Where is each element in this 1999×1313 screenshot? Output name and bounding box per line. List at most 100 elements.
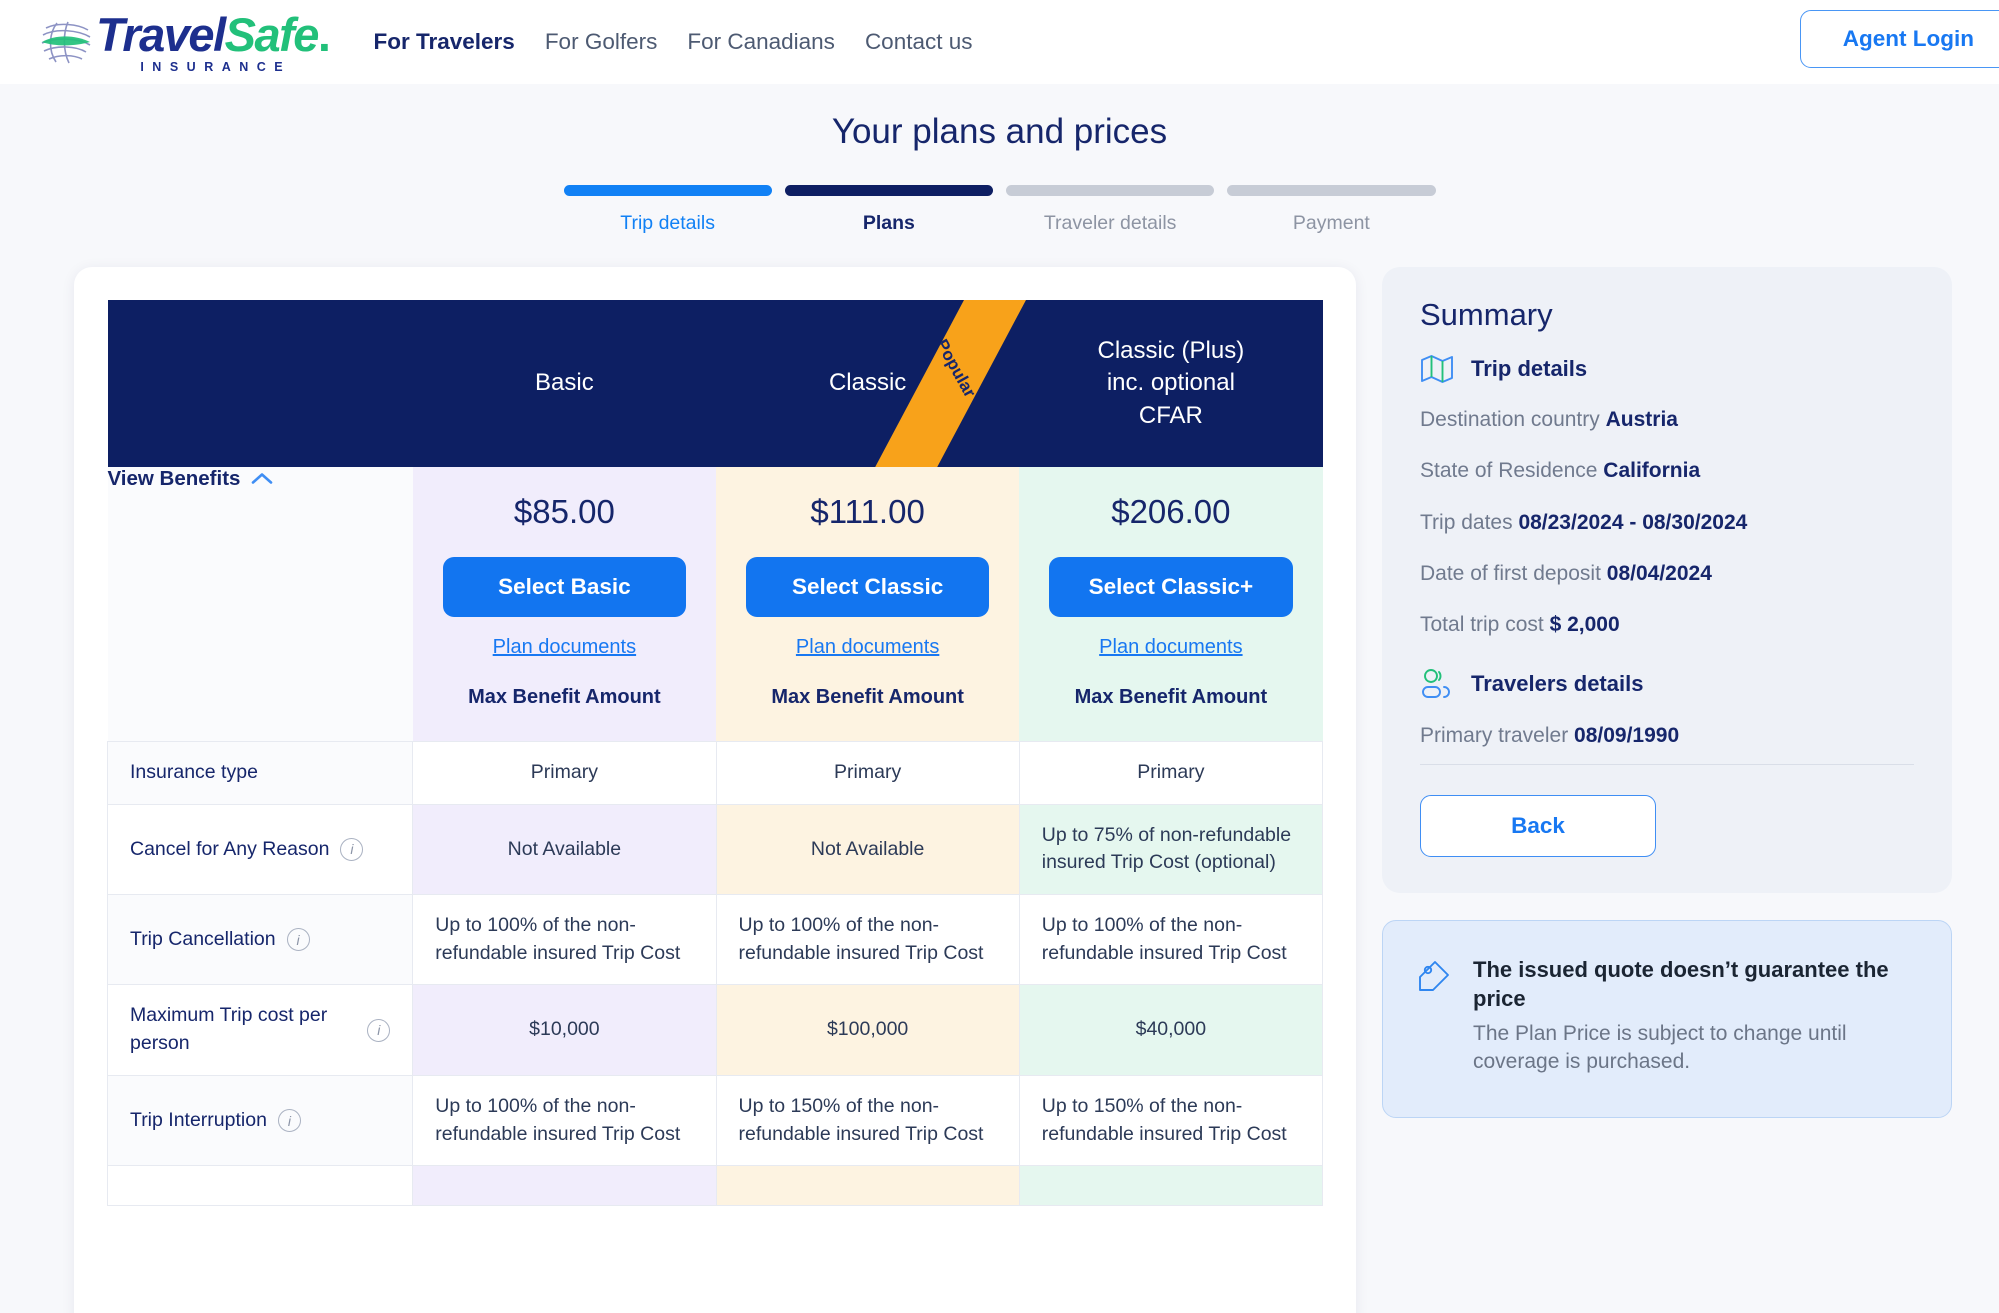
max-benefit-label-basic: Max Benefit Amount	[443, 686, 686, 709]
logo-text-safe: Safe	[225, 8, 318, 61]
summary-title: Summary	[1420, 297, 1914, 333]
benefit-value-insurance-type-basic: Primary	[413, 742, 716, 805]
price-notice-body: The Plan Price is subject to change unti…	[1473, 1020, 1917, 1077]
plans-price-row: View Benefits $85.00 Select Basic Plan d…	[108, 467, 1323, 742]
step-payment[interactable]: Payment	[1227, 185, 1435, 235]
view-benefits-toggle[interactable]: View Benefits	[108, 467, 274, 491]
agent-login-button[interactable]: Agent Login	[1800, 10, 1999, 68]
logo-subtitle: INSURANCE	[96, 61, 329, 74]
step-label-trip-details: Trip details	[564, 212, 772, 235]
step-bar-plans	[785, 185, 993, 196]
benefit-value-next-partial-classic-plus	[1019, 1166, 1322, 1206]
nav-item-for-travelers[interactable]: For Travelers	[373, 29, 514, 55]
benefit-value-max-trip-cost-classic: $100,000	[716, 985, 1019, 1075]
plan-documents-link-classic[interactable]: Plan documents	[796, 636, 939, 659]
summary-date-of-first-deposit-value: 08/04/2024	[1607, 562, 1712, 585]
info-icon[interactable]: i	[367, 1019, 390, 1042]
price-notice-card: The issued quote doesn’t guarantee the p…	[1382, 920, 1952, 1118]
table-row: Maximum Trip cost per person i $10,000 $…	[108, 985, 1323, 1075]
back-button[interactable]: Back	[1420, 795, 1656, 857]
nav-item-contact-us[interactable]: Contact us	[865, 29, 973, 55]
brand-logo[interactable]: TravelSafe. INSURANCE	[40, 11, 329, 74]
table-row: Trip Interruption i Up to 100% of the no…	[108, 1075, 1323, 1165]
benefits-rows: Insurance type Primary Primary Primary C…	[108, 742, 1323, 1206]
summary-destination-country-value: Austria	[1606, 408, 1678, 431]
plan-price-cell-classic-plus: $206.00 Select Classic+ Plan documents M…	[1019, 467, 1322, 742]
globe-icon	[40, 18, 92, 66]
summary-state-of-residence-key: State of Residence	[1420, 459, 1597, 482]
benefit-label-trip-cancellation: Trip Cancellation i	[108, 895, 413, 985]
summary-destination-country-key: Destination country	[1420, 408, 1600, 431]
top-navigation-bar: TravelSafe. INSURANCE For Travelers For …	[0, 0, 1999, 84]
benefit-label-text: Maximum Trip cost per person	[130, 1002, 356, 1057]
summary-trip-dates: Trip dates 08/23/2024 - 08/30/2024	[1420, 509, 1914, 536]
step-bar-payment	[1227, 185, 1435, 196]
trip-details-section-header: Trip details	[1420, 354, 1914, 384]
benefit-value-next-partial-classic	[716, 1166, 1019, 1206]
benefit-label-text: Trip Interruption	[130, 1107, 267, 1135]
step-label-traveler-details: Traveler details	[1006, 212, 1214, 235]
max-benefit-label-classic: Max Benefit Amount	[746, 686, 989, 709]
nav-item-for-golfers[interactable]: For Golfers	[545, 29, 658, 55]
plans-comparison-card: Basic Classic Popular Classic (Plus)inc.…	[74, 267, 1356, 1313]
summary-primary-traveler: Primary traveler 08/09/1990	[1420, 722, 1914, 749]
info-icon[interactable]: i	[287, 928, 310, 951]
page-title: Your plans and prices	[0, 112, 1999, 152]
main-nav: For Travelers For Golfers For Canadians …	[373, 29, 972, 55]
summary-state-of-residence-value: California	[1603, 459, 1700, 482]
summary-trip-dates-key: Trip dates	[1420, 511, 1513, 534]
table-row: Trip Cancellation i Up to 100% of the no…	[108, 895, 1323, 985]
popular-ribbon-label: Popular	[932, 336, 980, 401]
plan-documents-link-classic-plus[interactable]: Plan documents	[1099, 636, 1242, 659]
benefit-value-max-trip-cost-classic-plus: $40,000	[1019, 985, 1322, 1075]
summary-primary-traveler-key: Primary traveler	[1420, 724, 1568, 747]
info-icon[interactable]: i	[278, 1109, 301, 1132]
view-benefits-cell: View Benefits	[108, 467, 413, 742]
summary-sidebar: Summary Trip details Destination country…	[1382, 267, 1952, 1118]
table-row: Cancel for Any Reason i Not Available No…	[108, 804, 1323, 894]
table-row-partial	[108, 1166, 1323, 1206]
plan-documents-link-basic[interactable]: Plan documents	[493, 636, 636, 659]
plan-price-cell-classic: $111.00 Select Classic Plan documents Ma…	[716, 467, 1019, 742]
benefit-label-insurance-type: Insurance type	[108, 742, 413, 805]
select-classic-plus-button[interactable]: Select Classic+	[1049, 557, 1292, 617]
benefit-value-trip-interruption-basic: Up to 100% of the non-refundable insured…	[413, 1075, 716, 1165]
summary-card: Summary Trip details Destination country…	[1382, 267, 1952, 893]
benefit-value-trip-cancellation-classic: Up to 100% of the non-refundable insured…	[716, 895, 1019, 985]
summary-destination-country: Destination country Austria	[1420, 406, 1914, 433]
benefit-value-trip-interruption-classic: Up to 150% of the non-refundable insured…	[716, 1075, 1019, 1165]
step-label-payment: Payment	[1227, 212, 1435, 235]
people-icon	[1420, 668, 1454, 700]
trip-details-heading: Trip details	[1471, 356, 1587, 382]
step-bar-traveler-details	[1006, 185, 1214, 196]
benefit-value-cfar-classic: Not Available	[716, 804, 1019, 894]
select-basic-button[interactable]: Select Basic	[443, 557, 686, 617]
benefit-label-maximum-trip-cost-per-person: Maximum Trip cost per person i	[108, 985, 413, 1075]
summary-date-of-first-deposit: Date of first deposit 08/04/2024	[1420, 560, 1914, 587]
benefit-value-max-trip-cost-basic: $10,000	[413, 985, 716, 1075]
summary-primary-traveler-value: 08/09/1990	[1574, 724, 1679, 747]
benefit-value-insurance-type-classic: Primary	[716, 742, 1019, 805]
step-trip-details[interactable]: Trip details	[564, 185, 772, 235]
max-benefit-label-classic-plus: Max Benefit Amount	[1049, 686, 1292, 709]
benefit-value-trip-interruption-classic-plus: Up to 150% of the non-refundable insured…	[1019, 1075, 1322, 1165]
benefit-value-next-partial-basic	[413, 1166, 716, 1206]
plan-price-classic: $111.00	[746, 493, 989, 531]
benefit-value-cfar-classic-plus: Up to 75% of non-refundable insured Trip…	[1019, 804, 1322, 894]
step-plans[interactable]: Plans	[785, 185, 993, 235]
benefit-value-cfar-basic: Not Available	[413, 804, 716, 894]
travelers-details-section-header: Travelers details	[1420, 668, 1914, 700]
page-header: Your plans and prices Trip details Plans…	[0, 84, 1999, 235]
nav-item-for-canadians[interactable]: For Canadians	[687, 29, 835, 55]
info-icon[interactable]: i	[340, 838, 363, 861]
select-classic-button[interactable]: Select Classic	[746, 557, 989, 617]
step-traveler-details[interactable]: Traveler details	[1006, 185, 1214, 235]
step-bar-trip-details	[564, 185, 772, 196]
benefit-value-insurance-type-classic-plus: Primary	[1019, 742, 1322, 805]
plan-price-basic: $85.00	[443, 493, 686, 531]
progress-stepper: Trip details Plans Traveler details Paym…	[564, 185, 1436, 235]
price-notice-title: The issued quote doesn’t guarantee the p…	[1473, 955, 1917, 1013]
plans-table: Basic Classic Popular Classic (Plus)inc.…	[107, 300, 1323, 1206]
benefit-label-text: Trip Cancellation	[130, 926, 276, 954]
plans-table-header-row: Basic Classic Popular Classic (Plus)inc.…	[108, 300, 1323, 467]
